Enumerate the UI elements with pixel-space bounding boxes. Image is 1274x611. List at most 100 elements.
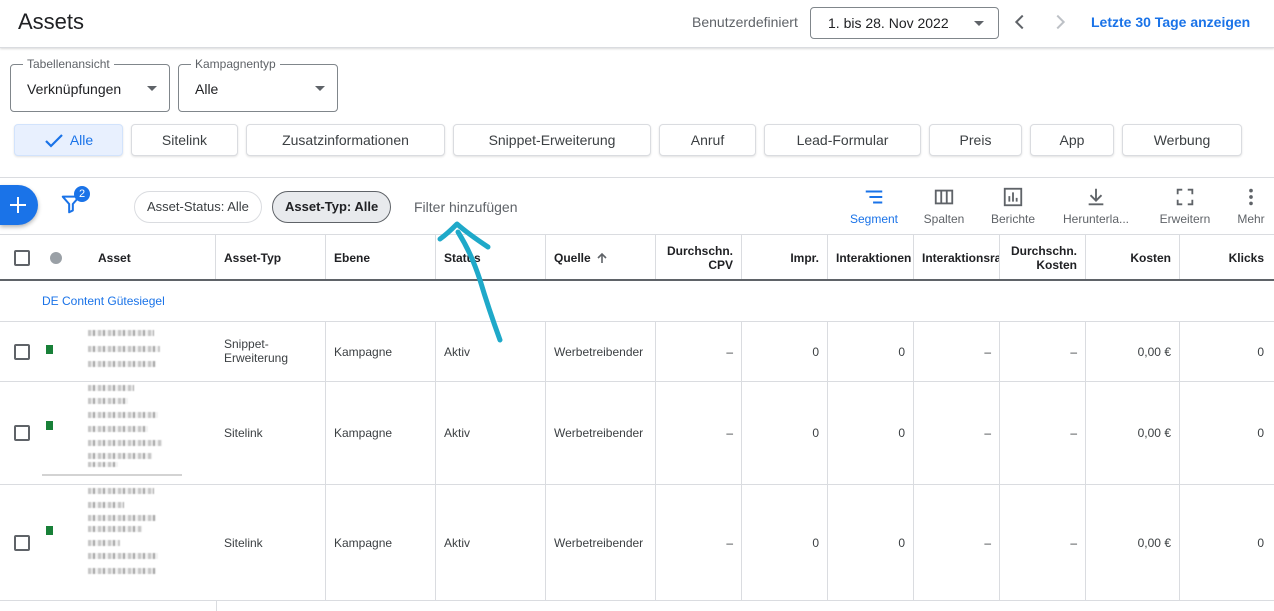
- asset-status-filter[interactable]: Asset-Status: Alle: [134, 191, 262, 223]
- col-clicks[interactable]: Klicks: [1180, 235, 1274, 281]
- interaction-rate-cell: –: [914, 485, 1000, 601]
- impr-value: 0: [812, 536, 819, 550]
- segment-label: Segment: [849, 212, 899, 226]
- col-level[interactable]: Ebene: [326, 235, 436, 281]
- col-clicks-label: Klicks: [1228, 251, 1264, 265]
- col-cost[interactable]: Kosten: [1086, 235, 1180, 281]
- asset-type-cell: Sitelink: [216, 382, 326, 484]
- cost-value: 0,00 €: [1137, 426, 1171, 440]
- clicks-cell: 0: [1180, 382, 1274, 484]
- col-avg-cpv[interactable]: Durchschn. CPV: [656, 235, 742, 281]
- bar-chart-icon: [1003, 187, 1023, 207]
- blurred-asset-text: [88, 412, 158, 418]
- segment-icon: [865, 190, 883, 204]
- last-30-days-link[interactable]: Letzte 30 Tage anzeigen: [1091, 14, 1250, 30]
- download-label: Herunterla...: [1062, 212, 1130, 226]
- col-interaction-rate[interactable]: Interaktionsrate: [914, 235, 1000, 281]
- date-range-select[interactable]: 1. bis 28. Nov 2022: [810, 7, 999, 39]
- clicks-cell: 0: [1180, 485, 1274, 601]
- col-avg-cost-line1: Durchschn.: [1010, 244, 1077, 258]
- campaign-type-legend: Kampagnentyp: [191, 57, 280, 71]
- column-divider: [216, 601, 217, 611]
- asset-type-filter[interactable]: Asset-Typ: Alle: [272, 191, 392, 223]
- col-source[interactable]: Quelle: [546, 235, 656, 281]
- status-active-icon: [46, 345, 53, 354]
- columns-label: Spalten: [923, 212, 965, 226]
- chip-snippet-erweiterung[interactable]: Snippet-Erweiterung: [453, 124, 651, 156]
- expand-button[interactable]: Erweitern: [1154, 186, 1216, 226]
- avg-cost-cell: –: [1000, 322, 1086, 382]
- source-cell: Werbetreibender: [546, 382, 656, 484]
- col-impr[interactable]: Impr.: [742, 235, 828, 281]
- source-value: Werbetreibender: [554, 426, 644, 440]
- chevron-right-icon[interactable]: [1049, 11, 1071, 33]
- clicks-value: 0: [1257, 536, 1264, 550]
- row-checkbox[interactable]: [14, 425, 30, 441]
- chip-preis[interactable]: Preis: [929, 124, 1022, 156]
- reports-button[interactable]: Berichte: [986, 186, 1040, 226]
- chip-alle[interactable]: Alle: [14, 124, 123, 156]
- avg-cpv-value: –: [726, 426, 733, 440]
- chip-lead-formular[interactable]: Lead-Formular: [764, 124, 921, 156]
- avg-cpv-cell: –: [656, 485, 742, 601]
- check-icon: [45, 134, 63, 148]
- col-asset-type-label: Asset-Typ: [224, 251, 282, 265]
- chip-werbung[interactable]: Werbung: [1122, 124, 1242, 156]
- source-cell: Werbetreibender: [546, 485, 656, 601]
- columns-icon: [934, 189, 954, 205]
- add-filter-link[interactable]: Filter hinzufügen: [414, 199, 518, 215]
- blurred-asset-text: [88, 540, 120, 546]
- asset-type-value: Snippet-Erweiterung: [224, 337, 289, 365]
- table-view-select[interactable]: Tabellenansicht Verknüpfungen: [10, 57, 170, 112]
- interactions-value: 0: [898, 345, 905, 359]
- avg-cpv-cell: –: [656, 322, 742, 382]
- col-interaction-rate-label: Interaktionsrate: [922, 251, 999, 265]
- blurred-asset-text: [88, 440, 162, 446]
- campaign-group-link[interactable]: DE Content Gütesiegel: [42, 294, 165, 308]
- clicks-value: 0: [1257, 426, 1264, 440]
- col-avg-cost[interactable]: Durchschn. Kosten: [1000, 235, 1086, 281]
- chevron-left-icon[interactable]: [1009, 11, 1031, 33]
- col-avg-cost-label: Durchschn. Kosten: [1011, 244, 1077, 272]
- campaign-type-select[interactable]: Kampagnentyp Alle: [178, 57, 338, 112]
- chip-app[interactable]: App: [1030, 124, 1114, 156]
- segment-button[interactable]: Segment: [846, 186, 902, 226]
- impr-cell: 0: [742, 322, 828, 382]
- fullscreen-icon: [1176, 188, 1194, 206]
- row-checkbox[interactable]: [14, 344, 30, 360]
- col-impr-label: Impr.: [790, 251, 819, 265]
- columns-button[interactable]: Spalten: [918, 186, 970, 226]
- asset-type-cell: Snippet-Erweiterung: [216, 322, 326, 382]
- col-interactions[interactable]: Interaktionen: [828, 235, 914, 281]
- download-icon: [1088, 188, 1104, 206]
- status-active-icon: [46, 421, 53, 430]
- blurred-asset-text: [88, 462, 118, 467]
- status-value: Aktiv: [444, 426, 471, 440]
- level-value: Kampagne: [334, 536, 393, 550]
- col-status-label: Status: [444, 251, 481, 265]
- page-title: Assets: [18, 9, 85, 34]
- col-status[interactable]: Status: [436, 235, 546, 281]
- table-header: Asset Asset-Typ Ebene Status Quelle Durc…: [0, 234, 1274, 281]
- status-cell: Aktiv: [436, 485, 546, 601]
- clicks-cell: 0: [1180, 322, 1274, 382]
- col-avg-cpv-label: Durchschn. CPV: [667, 244, 733, 272]
- chip-sitelink[interactable]: Sitelink: [131, 124, 238, 156]
- row-checkbox[interactable]: [14, 535, 30, 551]
- plus-icon-stroke: [17, 197, 19, 213]
- chip-zusatzinformationen[interactable]: Zusatzinformationen: [246, 124, 445, 156]
- level-value: Kampagne: [334, 426, 393, 440]
- avg-cpv-value: –: [726, 345, 733, 359]
- col-asset-label: Asset: [98, 251, 131, 265]
- more-button[interactable]: Mehr: [1232, 186, 1270, 226]
- blurred-asset-text: [88, 453, 152, 459]
- interaction-rate-cell: –: [914, 322, 1000, 382]
- blurred-asset-text: [88, 502, 124, 508]
- download-button[interactable]: Herunterla...: [1058, 186, 1134, 226]
- interactions-value: 0: [898, 426, 905, 440]
- col-asset[interactable]: Asset: [0, 235, 216, 281]
- col-asset-type[interactable]: Asset-Typ: [216, 235, 326, 281]
- impr-cell: 0: [742, 485, 828, 601]
- col-source-label: Quelle: [554, 251, 591, 265]
- chip-anruf[interactable]: Anruf: [659, 124, 756, 156]
